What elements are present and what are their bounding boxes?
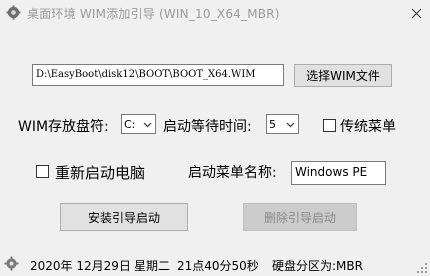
wim-path-input[interactable]: D:\EasyBoot\disk12\BOOT\BOOT_X64.WIM	[32, 64, 284, 86]
gear-icon	[4, 256, 19, 271]
drive-select[interactable]: C:	[121, 114, 156, 134]
traditional-menu-label[interactable]: 传统菜单	[340, 116, 396, 136]
select-wim-button[interactable]: 选择WIM文件	[294, 64, 392, 87]
status-partition: 硬盘分区为:MBR	[272, 259, 363, 273]
drive-select-value: C:	[124, 117, 136, 131]
menu-name-input[interactable]: Windows PE	[291, 161, 386, 185]
install-boot-button[interactable]: 安装引导启动	[60, 203, 188, 231]
timeout-select[interactable]: 5	[266, 114, 299, 134]
status-weekday: 星期二	[134, 259, 171, 273]
status-bar: 2020年 12月29日 星期二 21点40分50秒 硬盘分区为:MBR	[0, 252, 430, 276]
app-window: 桌面环境 WIM添加引导 (WIN_10_X64_MBR) D:\EasyBoo…	[0, 0, 430, 276]
title-bar[interactable]: 桌面环境 WIM添加引导 (WIN_10_X64_MBR)	[0, 0, 430, 26]
close-button[interactable]	[402, 0, 430, 26]
restart-checkbox[interactable]	[36, 165, 49, 178]
chevron-down-icon	[143, 122, 152, 128]
timeout-select-value: 5	[269, 117, 276, 131]
chevron-down-icon	[286, 122, 295, 128]
traditional-menu-checkbox[interactable]	[323, 119, 336, 132]
status-time: 21点40分50秒	[177, 259, 259, 273]
timeout-label: 启动等待时间:	[163, 119, 252, 135]
menu-name-label: 启动菜单名称:	[188, 165, 277, 181]
resize-grip-icon[interactable]	[416, 262, 428, 274]
drive-label: WIM存放盘符:	[18, 119, 109, 135]
close-icon	[411, 8, 421, 18]
window-title: 桌面环境 WIM添加引导 (WIN_10_X64_MBR)	[27, 7, 280, 21]
delete-boot-button: 删除引导启动	[243, 203, 357, 231]
restart-label[interactable]: 重新启动电脑	[55, 162, 145, 183]
status-date: 2020年 12月29日	[30, 259, 131, 273]
app-gear-icon	[6, 5, 21, 20]
